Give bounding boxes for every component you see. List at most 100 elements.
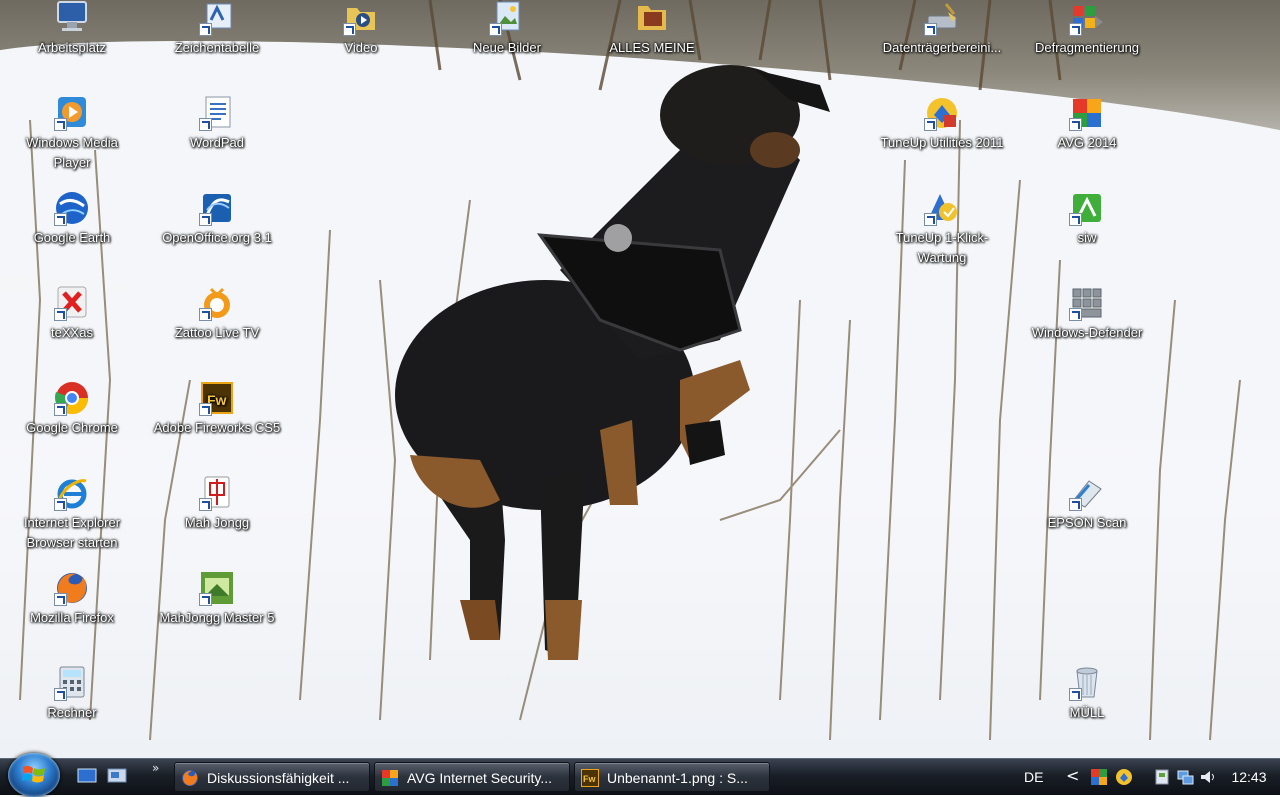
task-label: Diskussionsfähigkeit ... [207, 770, 350, 786]
desktop-icon-label: Rechner [47, 705, 97, 720]
taskbar-button-avg[interactable]: AVG Internet Security... [374, 762, 570, 792]
defender-icon [1069, 285, 1105, 321]
language-indicator[interactable]: DE [1024, 759, 1043, 795]
mahjongg-icon [199, 475, 235, 511]
chrome-icon [54, 380, 90, 416]
folder-icon [634, 0, 670, 36]
switch-windows-button[interactable] [107, 768, 127, 784]
desktop-icon-wordpad[interactable]: WordPad [152, 95, 282, 153]
desktop-icon-label: MahJongg Master 5 [159, 610, 275, 625]
desktop-icon-label: Arbeitsplatz [38, 40, 106, 55]
desktop-icon-windows-defender[interactable]: Windows-Defender [1022, 285, 1152, 343]
desktop-icon-label: Google Chrome [26, 420, 118, 435]
desktop-icon-label: Datenträgerbereini... [882, 40, 1002, 55]
internet-explorer-icon [54, 475, 90, 511]
taskbar: » Diskussionsfähigkeit ... AVG Internet … [0, 753, 1280, 797]
taskbar-button-fireworks[interactable]: Fw Unbenannt-1.png : S... [574, 762, 770, 792]
show-desktop-icon [77, 768, 97, 783]
desktop-icon-label: Internet Explorer Browser starten [23, 515, 121, 550]
character-map-icon [199, 0, 235, 36]
avg-icon [382, 770, 398, 786]
tuneup-oneclick-icon [924, 190, 960, 226]
windows-logo-icon [22, 765, 45, 783]
disk-cleanup-icon [924, 0, 960, 36]
openoffice-icon [199, 190, 235, 226]
tuneup-icon [924, 95, 960, 131]
google-earth-icon [54, 190, 90, 226]
desktop-icon-texxas[interactable]: teXXas [7, 285, 137, 343]
task-label: Unbenannt-1.png : S... [607, 770, 748, 786]
wordpad-icon [199, 95, 235, 131]
desktop-icon-google-chrome[interactable]: Google Chrome [7, 380, 137, 438]
desktop-icon-label: Defragmentierung [1034, 40, 1140, 55]
desktop-icon-label: Neue Bilder [473, 40, 541, 55]
desktop-icon-mah-jongg[interactable]: Mah Jongg [152, 475, 282, 533]
desktop-icon-label: Windows Media Player [26, 135, 118, 170]
desktop-icon-muell[interactable]: MÜLL [1022, 665, 1152, 723]
video-folder-icon [343, 0, 379, 36]
desktop-icon-adobe-fireworks[interactable]: Fw Adobe Fireworks CS5 [152, 380, 282, 438]
mahjongg-master-icon [199, 570, 235, 606]
svg-text:Fw: Fw [583, 774, 596, 784]
desktop-icon-defragmentierung[interactable]: Defragmentierung [1022, 0, 1152, 58]
desktop-icon-neue-bilder[interactable]: Neue Bilder [442, 0, 572, 58]
recycle-bin-icon [1069, 665, 1105, 701]
desktop-icon-label: teXXas [51, 325, 93, 340]
tray-show-hidden-button[interactable]: < [1066, 759, 1079, 793]
desktop-icon-label: MÜLL [1069, 705, 1105, 720]
desktop-icon-zattoo[interactable]: Zattoo Live TV [152, 285, 282, 343]
avg-icon [1069, 95, 1105, 131]
desktop-icon-openoffice[interactable]: OpenOffice.org 3.1 [152, 190, 282, 248]
usb-device-icon[interactable] [1153, 768, 1171, 786]
desktop-icon-label: OpenOffice.org 3.1 [162, 230, 272, 245]
pictures-folder-icon [489, 0, 525, 36]
desktop-icon-label: TuneUp Utilities 2011 [880, 135, 1004, 150]
show-desktop-button[interactable] [77, 768, 97, 784]
zattoo-icon [199, 285, 235, 321]
desktop-icon-label: Video [344, 40, 378, 55]
desktop-icon-label: AVG 2014 [1057, 135, 1117, 150]
desktop-icon-label: siw [1077, 230, 1097, 245]
desktop-icon-label: ALLES MEINE [609, 40, 695, 55]
desktop-icon-avg-2014[interactable]: AVG 2014 [1022, 95, 1152, 153]
desktop-icon-windows-media-player[interactable]: Windows Media Player [7, 95, 137, 173]
volume-icon[interactable] [1199, 768, 1217, 786]
desktop-icon-datentraegerbereinigung[interactable]: Datenträgerbereini... [877, 0, 1007, 58]
firefox-icon [182, 770, 198, 786]
quick-launch-more-button[interactable]: » [152, 761, 159, 775]
taskbar-button-firefox[interactable]: Diskussionsfähigkeit ... [174, 762, 370, 792]
dog-photo [395, 65, 830, 660]
desktop-icon-label: Mah Jongg [184, 515, 250, 530]
desktop-icon-arbeitsplatz[interactable]: Arbeitsplatz [7, 0, 137, 58]
desktop-icon-label: Zattoo Live TV [174, 325, 260, 340]
fireworks-icon: Fw [581, 769, 599, 787]
epson-scan-icon [1069, 475, 1105, 511]
desktop-icon-label: Mozilla Firefox [30, 610, 114, 625]
desktop-icon-video[interactable]: Video [296, 0, 426, 58]
fireworks-icon: Fw [199, 380, 235, 416]
desktop-icon-label: WordPad [190, 135, 244, 150]
desktop-icon-google-earth[interactable]: Google Earth [7, 190, 137, 248]
desktop-icon-tuneup-utilities[interactable]: TuneUp Utilities 2011 [877, 95, 1007, 153]
desktop-icon-alles-meine[interactable]: ALLES MEINE [587, 0, 717, 58]
system-clock[interactable]: 12:43 [1224, 759, 1274, 795]
desktop-icon-mahjongg-master[interactable]: MahJongg Master 5 [152, 570, 282, 628]
desktop-icon-tuneup-1-klick[interactable]: TuneUp 1-Klick-Wartung [877, 190, 1007, 268]
desktop-icon-siw[interactable]: siw [1022, 190, 1152, 248]
desktop-icon-zeichentabelle[interactable]: Zeichentabelle [152, 0, 282, 58]
siw-icon [1069, 190, 1105, 226]
switch-windows-icon [107, 768, 127, 783]
desktop-icon-internet-explorer[interactable]: Internet Explorer Browser starten [7, 475, 137, 553]
start-button[interactable] [8, 753, 60, 797]
desktop-icon-mozilla-firefox[interactable]: Mozilla Firefox [7, 570, 137, 628]
media-player-icon [54, 95, 90, 131]
desktop-icon-label: Windows-Defender [1031, 325, 1143, 340]
tuneup-tray-icon[interactable] [1090, 768, 1108, 786]
avg-tray-icon[interactable] [1115, 768, 1133, 786]
desktop-icon-epson-scan[interactable]: EPSON Scan [1022, 475, 1152, 533]
desktop-icon-label: Adobe Fireworks CS5 [153, 420, 281, 435]
desktop-icon-label: Google Earth [33, 230, 111, 245]
network-icon[interactable] [1176, 768, 1194, 786]
task-label: AVG Internet Security... [407, 770, 552, 786]
desktop-icon-rechner[interactable]: Rechner [7, 665, 137, 723]
